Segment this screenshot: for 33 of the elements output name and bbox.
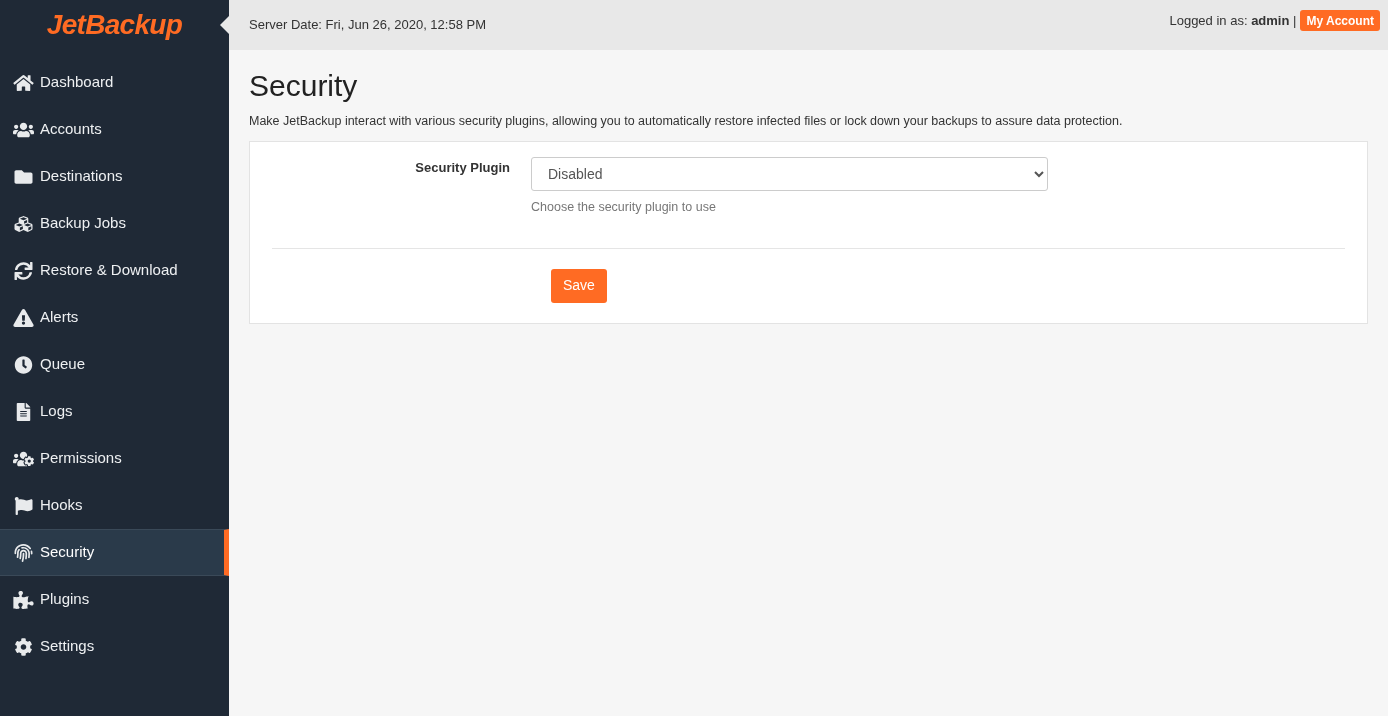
refresh-icon: [13, 261, 34, 280]
sidebar-item[interactable]: Destinations: [0, 153, 229, 200]
users-icon: [13, 120, 34, 139]
sidebar-item[interactable]: Queue: [0, 341, 229, 388]
sidebar-item[interactable]: Alerts: [0, 294, 229, 341]
sidebar-item[interactable]: Accounts: [0, 106, 229, 153]
house-icon: [13, 73, 34, 92]
flag-icon: [13, 496, 34, 515]
sidebar-item[interactable]: Permissions: [0, 435, 229, 482]
sidebar-item[interactable]: Plugins: [0, 576, 229, 623]
sidebar-item[interactable]: Security: [0, 529, 229, 576]
logged-in-text: Logged in as: admin |: [1169, 11, 1297, 30]
sidebar-item[interactable]: Hooks: [0, 482, 229, 529]
sidebar-item[interactable]: Backup Jobs: [0, 200, 229, 247]
settings-icon: [13, 637, 34, 656]
field-label: Security Plugin: [414, 158, 511, 177]
sidebar-item[interactable]: Restore & Download: [0, 247, 229, 294]
folder-icon: [13, 167, 34, 186]
logo: JetBackup: [46, 11, 183, 39]
server-date: Server Date: Fri, Jun 26, 2020, 12:58 PM: [249, 16, 486, 35]
warning-icon: [13, 308, 34, 327]
sidebar-item[interactable]: Dashboard: [0, 59, 229, 106]
sidebar-item[interactable]: Logs: [0, 388, 229, 435]
clock-icon: [13, 355, 34, 374]
page-title: Security: [249, 68, 359, 104]
sidebar-item[interactable]: Settings: [0, 623, 229, 670]
security-plugin-select[interactable]: Disabled: [531, 156, 1048, 191]
page-description: Make JetBackup interact with various security plugins, allowing you to automatically restore infected files or lock down your backups to assure data protection.: [249, 113, 1124, 130]
help-text: Choose the security plugin to use: [531, 198, 717, 216]
fingerprint-icon: [13, 543, 34, 562]
cubes-icon: [13, 214, 34, 233]
users-gear-icon: [13, 449, 34, 468]
puzzle-icon: [13, 590, 34, 609]
